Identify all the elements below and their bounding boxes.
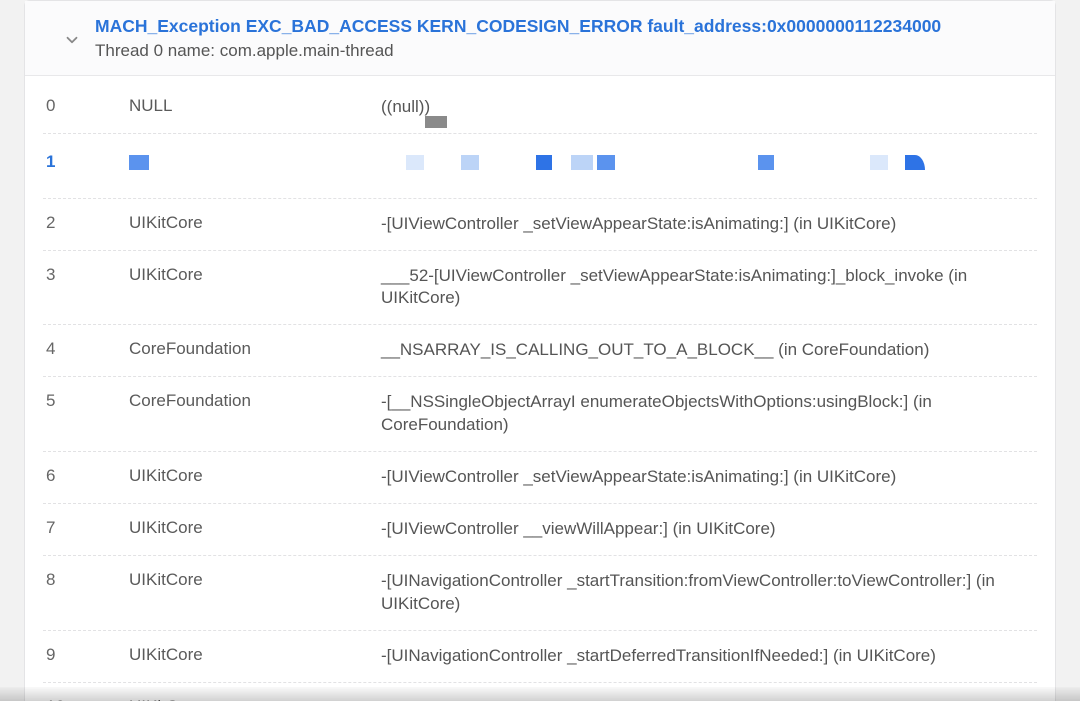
frame-library: UIKitCore	[129, 518, 381, 538]
frame-index: 7	[43, 518, 129, 538]
frame-index: 2	[43, 213, 129, 233]
stack-frame-row[interactable]: 1	[43, 133, 1037, 199]
stack-frame-row[interactable]: 6 UIKitCore -[UIViewController _setViewA…	[43, 452, 1037, 504]
frame-index: 3	[43, 265, 129, 285]
stack-frames: 0 NULL ((null)) 1	[25, 76, 1055, 701]
frame-index: 8	[43, 570, 129, 590]
frame-library: UIKitCore	[129, 213, 381, 233]
stack-frame-row[interactable]: 10 UIKitCore -[UINavigationController __…	[43, 683, 1037, 701]
frame-symbol: -[UINavigationController _startTransitio…	[381, 570, 1037, 616]
frame-index: 9	[43, 645, 129, 665]
frame-index: 0	[43, 96, 129, 116]
frame-symbol: -[UIViewController __viewWillAppear:] (i…	[381, 518, 1037, 541]
frame-library: UIKitCore	[129, 697, 381, 701]
chevron-down-icon[interactable]	[63, 31, 81, 49]
frame-library: CoreFoundation	[129, 339, 381, 359]
frame-symbol: -[UIViewController _setViewAppearState:i…	[381, 213, 1037, 236]
stack-frame-row[interactable]: 3 UIKitCore ___52-[UIViewController _set…	[43, 251, 1037, 326]
frame-symbol: -[UINavigationController __viewWillLayou…	[381, 697, 1037, 701]
stack-frame-row[interactable]: 4 CoreFoundation __NSARRAY_IS_CALLING_OU…	[43, 325, 1037, 377]
frame-symbol: ___52-[UIViewController _setViewAppearSt…	[381, 265, 1037, 311]
frame-symbol-redacted	[381, 152, 1037, 174]
frame-symbol: __NSARRAY_IS_CALLING_OUT_TO_A_BLOCK__ (i…	[381, 339, 1037, 362]
frame-library: UIKitCore	[129, 265, 381, 285]
stack-frame-row[interactable]: 5 CoreFoundation -[__NSSingleObjectArray…	[43, 377, 1037, 452]
thread-subtitle: Thread 0 name: com.apple.main-thread	[95, 41, 1037, 61]
frame-symbol: -[UIViewController _setViewAppearState:i…	[381, 466, 1037, 489]
frame-library: UIKitCore	[129, 645, 381, 665]
stack-frame-row[interactable]: 7 UIKitCore -[UIViewController __viewWil…	[43, 504, 1037, 556]
frame-library: CoreFoundation	[129, 391, 381, 411]
frame-index: 1	[43, 152, 129, 172]
crash-panel: MACH_Exception EXC_BAD_ACCESS KERN_CODES…	[24, 0, 1056, 701]
frame-library: NULL	[129, 96, 381, 116]
frame-library-redacted	[129, 152, 381, 174]
frame-index: 10	[43, 697, 129, 701]
frame-index: 4	[43, 339, 129, 359]
exception-header[interactable]: MACH_Exception EXC_BAD_ACCESS KERN_CODES…	[25, 1, 1055, 76]
stack-frame-row[interactable]: 0 NULL ((null))	[43, 82, 1037, 134]
frame-library: UIKitCore	[129, 466, 381, 486]
frame-symbol: ((null))	[381, 96, 1037, 119]
frame-library: UIKitCore	[129, 570, 381, 590]
frame-symbol: -[__NSSingleObjectArrayI enumerateObject…	[381, 391, 1037, 437]
frame-index: 6	[43, 466, 129, 486]
stack-frame-row[interactable]: 2 UIKitCore -[UIViewController _setViewA…	[43, 199, 1037, 251]
frame-index: 5	[43, 391, 129, 411]
redaction-marker	[425, 116, 447, 128]
stack-frame-row[interactable]: 8 UIKitCore -[UINavigationController _st…	[43, 556, 1037, 631]
exception-title: MACH_Exception EXC_BAD_ACCESS KERN_CODES…	[95, 15, 1037, 39]
stack-frame-row[interactable]: 9 UIKitCore -[UINavigationController _st…	[43, 631, 1037, 683]
frame-symbol: -[UINavigationController _startDeferredT…	[381, 645, 1037, 668]
